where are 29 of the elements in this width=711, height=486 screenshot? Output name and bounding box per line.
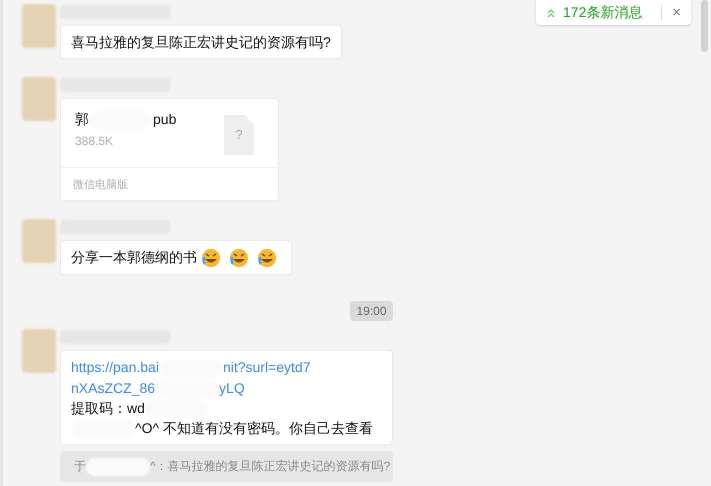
message-text: pub [153,111,176,127]
file-size: 388.5K [75,133,114,150]
laughing-crying-emoji-icon [201,248,221,268]
timestamp: 19:00 [350,301,393,322]
avatar[interactable] [22,4,56,48]
laughing-crying-emoji-icon [229,248,249,268]
link-text[interactable]: nit?surl=eytd7 [222,359,311,376]
message-text: 郭 [75,111,89,127]
message-text: ^：喜马拉雅的复旦陈正宏讲史记的资源有吗? [150,459,390,474]
link-text[interactable]: nXAsZCZ_86 [71,380,156,396]
double-chevron-up-icon [546,8,556,18]
message-text: 喜马拉雅的复旦陈正宏讲史记的资源有吗? [71,34,331,50]
scrollbar-thumb[interactable] [701,0,708,52]
message-text: 提取码：wd [71,400,145,416]
source-label: 微信电脑版 [73,179,128,191]
laughing-crying-emoji-icon [257,248,277,268]
message-text: 分享一本郭德纲的书 [71,249,197,265]
avatar[interactable] [22,77,56,121]
new-messages-link[interactable]: 172条新消息 [563,2,642,23]
file-card[interactable]: 郭 pub 388.5K ? 微信电脑版 [60,98,279,201]
message-text: ^O^ 不知道有没有密码。你自己去查看 [135,420,373,436]
message-text: 于 [74,459,86,474]
link-text[interactable]: https://pan.bai [71,359,159,376]
close-button[interactable]: × [662,5,691,20]
avatar[interactable] [22,329,56,374]
avatar[interactable] [22,219,56,263]
quoted-message[interactable]: 于 ^：喜马拉雅的复旦陈正宏讲史记的资源有吗? [60,451,393,482]
unknown-file-icon: ? [224,115,254,155]
link-text[interactable]: yLQ [219,380,245,396]
